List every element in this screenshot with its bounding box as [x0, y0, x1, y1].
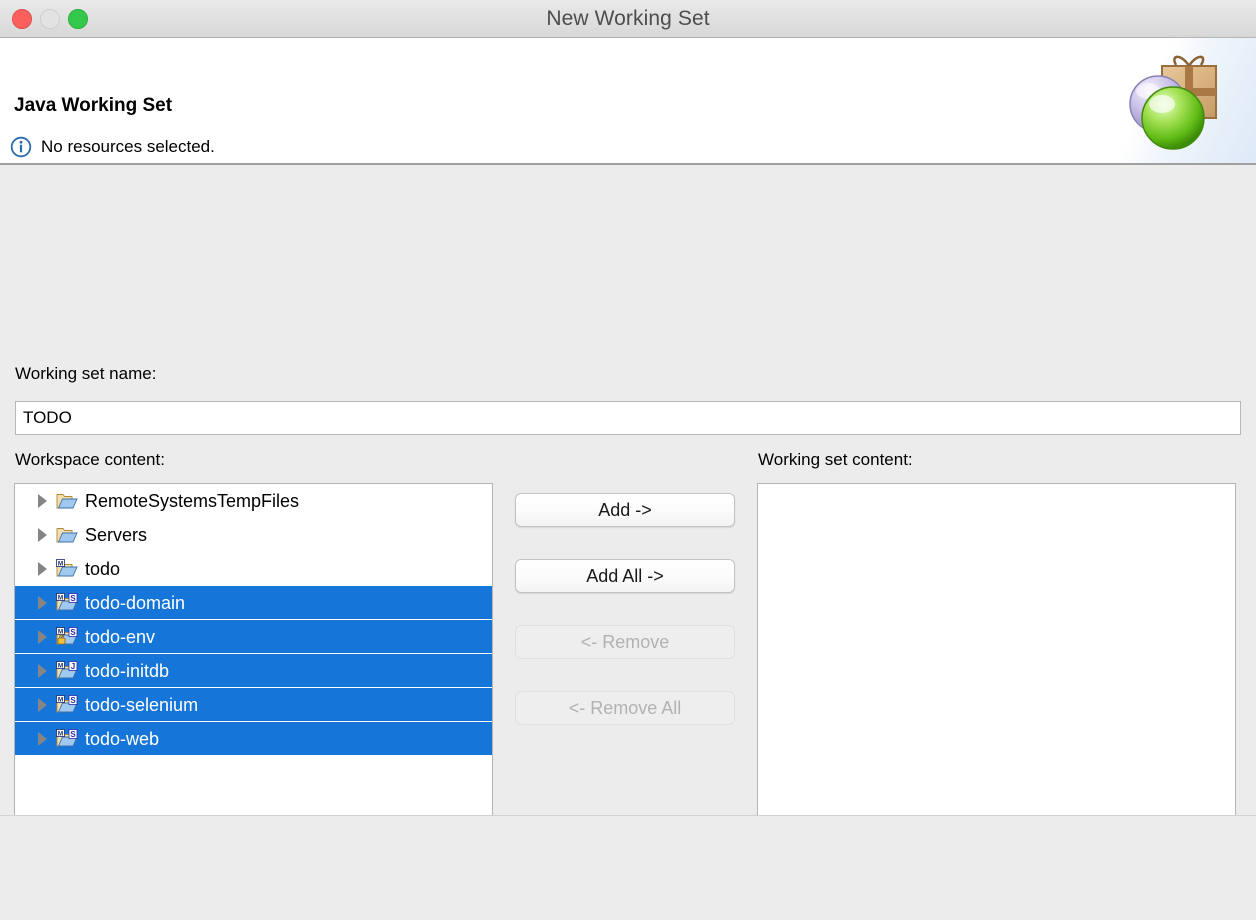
close-window-button[interactable]	[12, 9, 32, 29]
chevron-right-icon[interactable]	[38, 596, 47, 610]
dialog-body: Working set name: Workspace content: Wor…	[0, 165, 1256, 920]
wizard-header: Java Working Set No resources selected.	[0, 38, 1256, 165]
window-controls	[12, 0, 88, 37]
transfer-buttons: Add -> Add All -> <- Remove <- Remove All	[515, 493, 735, 725]
working-set-name-label: Working set name:	[15, 364, 156, 384]
maven-spring-project-icon: MS	[56, 729, 78, 749]
dialog-window: New Working Set Java Working Set No reso…	[0, 0, 1256, 920]
svg-text:J: J	[71, 662, 75, 671]
maven-spring-project-icon: MS	[56, 695, 78, 715]
chevron-right-icon[interactable]	[38, 528, 47, 542]
maximize-window-button[interactable]	[68, 9, 88, 29]
folder-icon	[56, 525, 78, 545]
chevron-right-icon[interactable]	[38, 664, 47, 678]
svg-text:S: S	[70, 628, 76, 637]
working-set-content-label: Working set content:	[758, 450, 913, 470]
svg-text:S: S	[70, 696, 76, 705]
tree-row[interactable]: MStodo-env	[15, 620, 492, 654]
maven-spring-locked-project-icon: MS	[56, 627, 78, 647]
window-title: New Working Set	[0, 7, 1256, 31]
tree-row[interactable]: MStodo-selenium	[15, 688, 492, 722]
tree-row[interactable]: MStodo-domain	[15, 586, 492, 620]
tree-row-label: Servers	[85, 526, 147, 544]
tree-row-label: RemoteSystemsTempFiles	[85, 492, 299, 510]
tree-row-label: todo-selenium	[85, 696, 198, 714]
tree-row[interactable]: MJtodo-initdb	[15, 654, 492, 688]
chevron-right-icon[interactable]	[38, 698, 47, 712]
svg-text:M: M	[58, 696, 63, 703]
svg-text:M: M	[58, 560, 63, 567]
chevron-right-icon[interactable]	[38, 630, 47, 644]
working-set-banner-icon	[1076, 38, 1256, 163]
svg-text:M: M	[58, 594, 63, 601]
maven-folder-icon: M	[56, 559, 78, 579]
add-button[interactable]: Add ->	[515, 493, 735, 527]
tree-row-label: todo-web	[85, 730, 159, 748]
minimize-window-button[interactable]	[40, 9, 60, 29]
maven-java-project-icon: MJ	[56, 661, 78, 681]
maven-spring-project-icon: MS	[56, 593, 78, 613]
svg-text:M: M	[58, 628, 63, 635]
workspace-content-label: Workspace content:	[15, 450, 165, 470]
page-title: Java Working Set	[14, 95, 172, 117]
remove-button: <- Remove	[515, 625, 735, 659]
tree-row-label: todo-initdb	[85, 662, 169, 680]
add-all-button[interactable]: Add All ->	[515, 559, 735, 593]
svg-text:M: M	[58, 662, 63, 669]
header-message-row: No resources selected.	[10, 136, 215, 158]
tree-row[interactable]: MStodo-web	[15, 722, 492, 756]
chevron-right-icon[interactable]	[38, 562, 47, 576]
chevron-right-icon[interactable]	[38, 494, 47, 508]
svg-text:S: S	[70, 594, 76, 603]
working-set-name-input[interactable]	[15, 401, 1241, 435]
tree-row-label: todo-domain	[85, 594, 185, 612]
svg-text:S: S	[70, 730, 76, 739]
folder-icon	[56, 491, 78, 511]
header-message: No resources selected.	[41, 137, 215, 157]
svg-text:M: M	[58, 730, 63, 737]
info-icon	[10, 136, 32, 158]
tree-row[interactable]: Mtodo	[15, 552, 492, 586]
remove-all-button: <- Remove All	[515, 691, 735, 725]
tree-row-label: todo-env	[85, 628, 155, 646]
tree-row-label: todo	[85, 560, 120, 578]
dialog-footer: ? < BackNext >CancelFinish	[0, 815, 1256, 920]
chevron-right-icon[interactable]	[38, 732, 47, 746]
tree-row[interactable]: Servers	[15, 518, 492, 552]
tree-row[interactable]: RemoteSystemsTempFiles	[15, 484, 492, 518]
title-bar: New Working Set	[0, 0, 1256, 38]
